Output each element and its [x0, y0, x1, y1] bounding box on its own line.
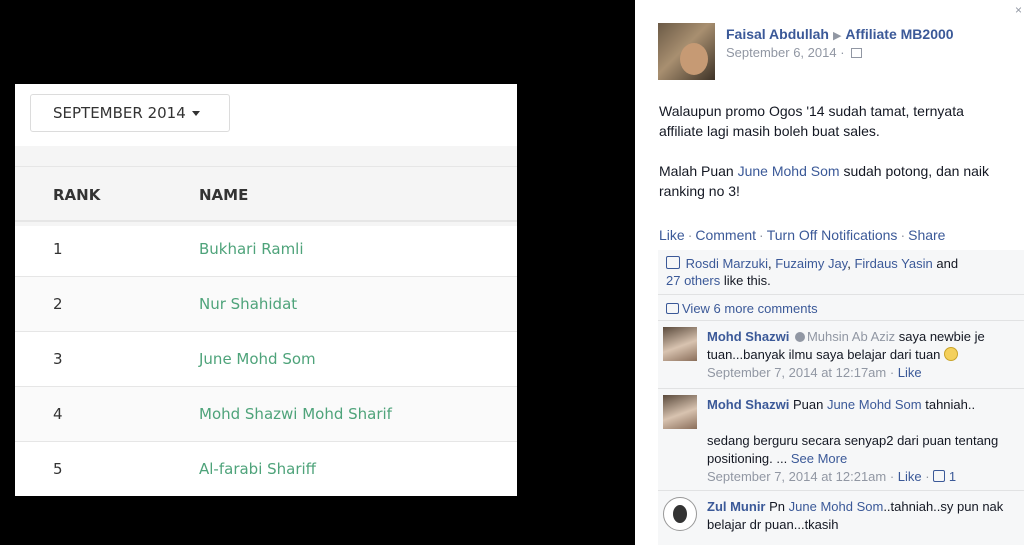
- likes-tail: like this.: [723, 273, 771, 288]
- post-paragraph: Malah Puan June Mohd Som sudah potong, d…: [659, 161, 1009, 201]
- col-rank: RANK: [53, 186, 101, 204]
- mention-link[interactable]: June Mohd Som: [738, 163, 840, 179]
- name-link[interactable]: June Mohd Som: [199, 350, 316, 368]
- privacy-icon[interactable]: [851, 48, 863, 58]
- divider: [658, 388, 1024, 389]
- liker-link[interactable]: Firdaus Yasin: [854, 256, 932, 271]
- post-date[interactable]: September 6, 2014: [726, 45, 837, 60]
- like-count[interactable]: 1: [949, 469, 956, 484]
- leaderboard-screenshot: SEPTEMBER 2014 RANK NAME 1 Bukhari Ramli…: [15, 84, 517, 496]
- post-meta: September 6, 2014 ·: [726, 45, 863, 60]
- post-actions: Like · Comment · Turn Off Notifications · Shar…: [659, 227, 945, 243]
- comment-body: tahniah..: [921, 397, 976, 412]
- likes-and: and: [936, 256, 959, 271]
- comment-text: Mohd Shazwi Puan June Mohd Som tahniah..…: [707, 396, 1019, 486]
- view-more-comments[interactable]: View 6 more comments: [666, 301, 818, 316]
- divider: [658, 490, 1024, 491]
- caret-down-icon: [191, 110, 200, 116]
- notifications-link[interactable]: Turn Off Notifications: [767, 227, 898, 243]
- author-link[interactable]: Faisal Abdullah: [726, 26, 829, 42]
- comment-link[interactable]: Comment: [695, 227, 756, 243]
- photo-stage: SEPTEMBER 2014 RANK NAME 1 Bukhari Ramli…: [0, 0, 635, 545]
- table-row: 2 Nur Shahidat: [15, 277, 517, 332]
- check-icon: [794, 332, 805, 342]
- dot-separator: ·: [687, 227, 693, 243]
- mention-link[interactable]: June Mohd Som: [827, 397, 922, 412]
- avatar[interactable]: [663, 497, 697, 531]
- divider: [658, 320, 1024, 321]
- comment-like-link[interactable]: Like: [898, 365, 922, 380]
- arrow-right-icon: ▶: [832, 30, 842, 42]
- rank-cell: 3: [53, 350, 63, 368]
- table-row: 3 June Mohd Som: [15, 332, 517, 387]
- name-link[interactable]: Bukhari Ramli: [199, 240, 304, 258]
- liker-link[interactable]: Rosdi Marzuki: [686, 256, 768, 271]
- dot-separator: ·: [900, 227, 906, 243]
- leaderboard-header: RANK NAME: [15, 166, 517, 222]
- comment-author[interactable]: Zul Munir: [707, 499, 766, 514]
- dot-separator: ·: [759, 227, 764, 243]
- comment-author[interactable]: Mohd Shazwi: [707, 397, 789, 412]
- avatar[interactable]: [658, 23, 715, 80]
- comment-text: Mohd Shazwi Muhsin Ab Aziz saya newbie j…: [707, 328, 1019, 382]
- tagged-user[interactable]: Muhsin Ab Aziz: [807, 329, 895, 344]
- speech-bubble-icon: [666, 303, 679, 314]
- avatar[interactable]: [663, 327, 697, 361]
- dot-separator: ·: [886, 469, 898, 484]
- name-link[interactable]: Al-farabi Shariff: [199, 460, 316, 478]
- view-more-label: View 6 more comments: [682, 301, 818, 316]
- rank-cell: 2: [53, 295, 63, 313]
- avatar[interactable]: [663, 395, 697, 429]
- thumbs-up-icon: [933, 470, 946, 482]
- comment-time[interactable]: September 7, 2014 at 12:17am: [707, 365, 886, 380]
- comment-text: Zul Munir Pn June Mohd Som..tahniah..sy …: [707, 498, 1019, 534]
- rank-cell: 4: [53, 405, 63, 423]
- group-link[interactable]: Affiliate MB2000: [845, 26, 953, 42]
- comment-body: Puan: [792, 397, 827, 412]
- name-link[interactable]: Nur Shahidat: [199, 295, 297, 313]
- post-panel: × Faisal Abdullah ▶ Affiliate MB2000 Septe…: [635, 0, 1024, 545]
- post-text: Malah Puan: [659, 163, 738, 179]
- comment-body: sedang berguru secara senyap2 dari puan …: [707, 433, 999, 466]
- liker-link[interactable]: Fuzaimy Jay: [775, 256, 847, 271]
- feedback-area: Rosdi Marzuki, Fuzaimy Jay, Firdaus Yasi…: [658, 250, 1024, 545]
- comment-time[interactable]: September 7, 2014 at 12:21am: [707, 469, 886, 484]
- mention-link[interactable]: June Mohd Som: [789, 499, 884, 514]
- comment-like-link[interactable]: Like: [898, 469, 922, 484]
- name-link[interactable]: Mohd Shazwi Mohd Sharif: [199, 405, 392, 423]
- close-icon[interactable]: ×: [1015, 3, 1022, 17]
- table-row: 1 Bukhari Ramli: [15, 222, 517, 277]
- month-label: SEPTEMBER 2014: [53, 104, 186, 122]
- like-link[interactable]: Like: [659, 227, 685, 243]
- comment-body: Pn: [769, 499, 789, 514]
- thumbs-up-icon: [666, 256, 680, 269]
- share-link[interactable]: Share: [908, 227, 945, 243]
- table-row: 5 Al-farabi Shariff: [15, 442, 517, 496]
- others-link[interactable]: 27 others: [666, 273, 720, 288]
- post-header: Faisal Abdullah ▶ Affiliate MB2000: [726, 26, 954, 42]
- avatar-face: [680, 43, 708, 75]
- table-row: 4 Mohd Shazwi Mohd Sharif: [15, 387, 517, 442]
- post-paragraph: Walaupun promo Ogos '14 sudah tamat, ter…: [659, 103, 964, 139]
- comment-author[interactable]: Mohd Shazwi: [707, 329, 789, 344]
- likes-summary: Rosdi Marzuki, Fuzaimy Jay, Firdaus Yasi…: [666, 256, 959, 288]
- dot-separator: ·: [886, 365, 898, 380]
- smile-emoji-icon: [944, 347, 959, 361]
- see-more-link[interactable]: See More: [791, 451, 847, 466]
- rank-cell: 5: [53, 460, 63, 478]
- rank-cell: 1: [53, 240, 63, 258]
- divider: [658, 294, 1024, 295]
- post-body: Walaupun promo Ogos '14 sudah tamat, ter…: [659, 101, 1009, 221]
- month-dropdown[interactable]: SEPTEMBER 2014: [30, 94, 230, 132]
- dot-separator: ·: [921, 469, 934, 484]
- col-name: NAME: [199, 186, 249, 204]
